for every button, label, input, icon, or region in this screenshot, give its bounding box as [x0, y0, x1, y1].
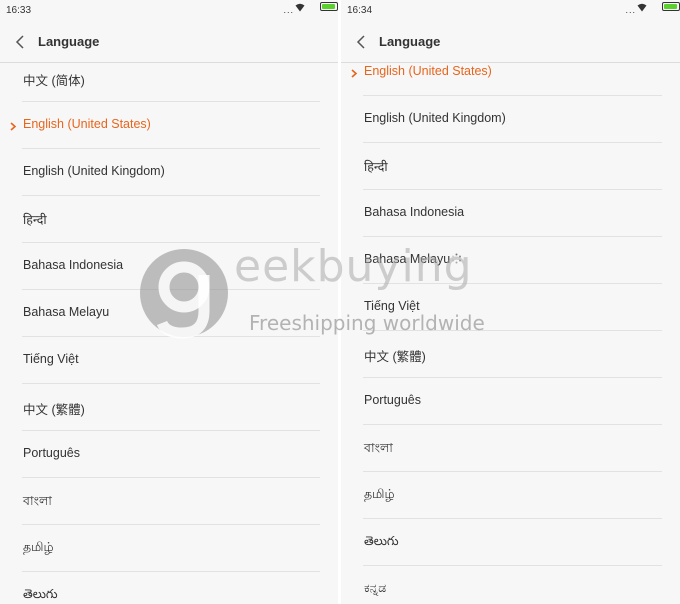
language-list: 中文 (简体) English (United States) English (U…: [0, 63, 338, 604]
status-bar: 16:33 ...: [0, 0, 338, 22]
language-item[interactable]: Português: [341, 378, 680, 425]
language-item[interactable]: English (United Kingdom): [0, 149, 338, 196]
language-item-label: 中文 (简体): [23, 74, 85, 88]
language-item-label: తెలుగు: [364, 534, 399, 548]
language-item-label: Português: [364, 393, 421, 407]
language-item[interactable]: Bahasa Melayu: [0, 290, 338, 337]
language-item[interactable]: English (United Kingdom): [341, 96, 680, 143]
language-item[interactable]: Português: [0, 431, 338, 478]
page-title: Language: [38, 34, 100, 49]
language-item[interactable]: English (United States): [341, 49, 680, 96]
battery-icon: [662, 2, 680, 11]
right-phone-screen: 16:34 ... Language English (United State…: [341, 0, 680, 604]
language-item[interactable]: বাংলা: [0, 478, 338, 525]
wifi-icon: [295, 3, 305, 12]
language-item-label: Tiếng Việt: [23, 352, 79, 366]
language-item-label: 中文 (繁體): [23, 403, 85, 417]
language-item[interactable]: 中文 (繁體): [0, 384, 338, 431]
battery-icon: [320, 2, 338, 11]
language-item-label: தமிழ்: [364, 487, 395, 501]
language-item[interactable]: தமிழ்: [0, 525, 338, 572]
language-item[interactable]: বাংলা: [341, 425, 680, 472]
signal-dots-icon: ...: [625, 5, 636, 15]
language-item[interactable]: हिन्दी: [341, 143, 680, 190]
language-item-label: తెలుగు: [23, 587, 58, 601]
language-item[interactable]: Tiếng Việt: [0, 337, 338, 384]
language-item-label: বাংলা: [23, 494, 52, 508]
back-arrow-icon[interactable]: [355, 35, 367, 49]
language-item-label: English (United States): [23, 117, 151, 131]
language-item-label: Bahasa Indonesia: [23, 258, 124, 272]
language-item[interactable]: हिन्दी: [0, 196, 338, 243]
selected-chevron-icon: [351, 69, 358, 78]
language-item-label: 中文 (繁體): [364, 350, 426, 364]
language-item-label: ಕನ್ನಡ: [364, 581, 387, 595]
status-time: 16:34: [347, 5, 373, 16]
language-item[interactable]: 中文 (简体): [0, 55, 338, 102]
language-item[interactable]: தமிழ்: [341, 472, 680, 519]
language-item[interactable]: Bahasa Indonesia: [341, 190, 680, 237]
language-item[interactable]: ಕನ್ನಡ: [341, 566, 680, 604]
language-item-label: हिन्दी: [23, 213, 47, 227]
language-item-label: हिन्दी: [364, 160, 388, 174]
status-bar: 16:34 ...: [341, 0, 680, 22]
language-item-label: বাংলা: [364, 441, 393, 455]
language-item[interactable]: English (United States): [0, 102, 338, 149]
status-time: 16:33: [6, 5, 32, 16]
language-item[interactable]: Bahasa Indonesia: [0, 243, 338, 290]
left-phone-screen: 16:33 ... Language 中文 (简体) English (Unite…: [0, 0, 338, 604]
loading-spinner-icon: [452, 253, 461, 264]
page-title: Language: [379, 34, 441, 49]
back-arrow-icon[interactable]: [14, 35, 26, 49]
language-item-label: Bahasa Melayu: [364, 252, 451, 266]
wifi-icon: [637, 3, 647, 12]
language-item-label: Bahasa Indonesia: [364, 205, 465, 219]
language-item-label: English (United Kingdom): [23, 164, 165, 178]
language-item-label: Português: [23, 446, 80, 460]
language-item-label: English (United States): [364, 64, 492, 78]
language-item-label: Tiếng Việt: [364, 299, 420, 313]
language-item-label: Bahasa Melayu: [23, 305, 110, 319]
language-item[interactable]: తెలుగు: [0, 572, 338, 604]
signal-dots-icon: ...: [283, 5, 294, 15]
language-item[interactable]: Bahasa Melayu: [341, 237, 680, 284]
selected-chevron-icon: [10, 122, 17, 131]
language-item-label: English (United Kingdom): [364, 111, 506, 125]
language-item-label: தமிழ்: [23, 540, 54, 554]
language-item[interactable]: 中文 (繁體): [341, 331, 680, 378]
language-list: English (United States) English (United K…: [341, 63, 680, 604]
language-item[interactable]: తెలుగు: [341, 519, 680, 566]
language-item[interactable]: Tiếng Việt: [341, 284, 680, 331]
